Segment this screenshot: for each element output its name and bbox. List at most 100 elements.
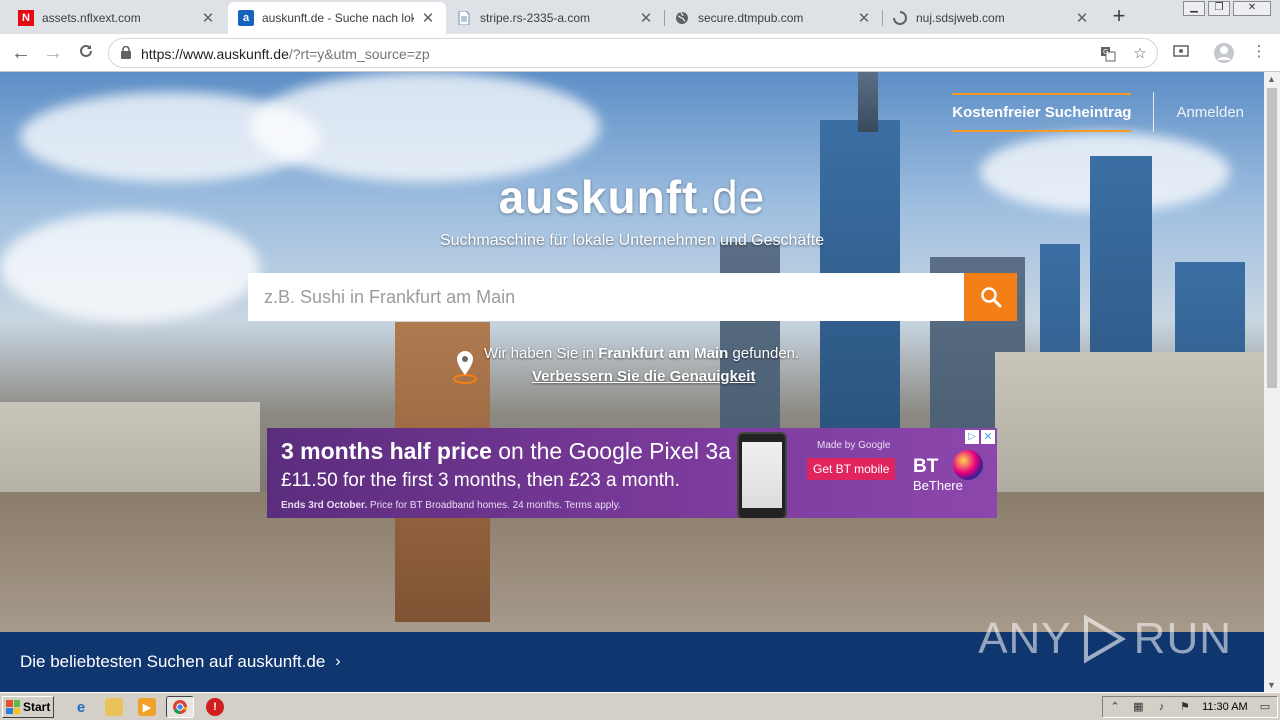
ad-headline-rest: on the Google Pixel 3a (498, 438, 731, 464)
close-icon[interactable]: ✕ (856, 9, 872, 27)
header-links: Kostenfreier Sucheintrag Anmelden (952, 92, 1244, 132)
scrollbar-thumb[interactable] (1267, 88, 1277, 388)
cloud-decoration (0, 212, 260, 322)
url-text: https://www.auskunft.de/?rt=y&utm_source… (141, 46, 430, 62)
forward-button[interactable]: → (41, 41, 65, 65)
skyscraper-decoration (858, 72, 878, 132)
ad-price: £11.50 for the first 3 months, then £23 … (281, 470, 680, 491)
location-prefix: Wir haben Sie in (484, 345, 595, 362)
phone-screen (742, 442, 782, 508)
reload-button[interactable] (74, 41, 98, 65)
logo-name: auskunft (498, 171, 699, 223)
popular-searches-label: Die beliebtesten Suchen auf auskunft.de (20, 652, 326, 671)
media-player-icon[interactable]: ▶ (138, 698, 156, 716)
star-icon[interactable]: ☆ (1131, 46, 1149, 62)
tab-title: auskunft.de - Suche nach lokale (262, 11, 414, 25)
volume-icon[interactable]: ♪ (1156, 701, 1168, 713)
tray-clock[interactable]: 11:30 AM (1202, 701, 1248, 713)
chrome-taskbar-button[interactable] (166, 696, 194, 718)
ad-fine-print: Ends 3rd October. Price for BT Broadband… (281, 500, 621, 511)
tray-expand-icon[interactable]: ⌃ (1109, 701, 1121, 713)
internet-explorer-icon[interactable]: e (72, 698, 90, 716)
translate-icon[interactable]: G (1099, 46, 1117, 62)
svg-text:G: G (1103, 48, 1108, 56)
close-icon[interactable]: ✕ (638, 9, 654, 27)
ad-close-icon[interactable]: ✕ (981, 430, 995, 444)
watermark-left: ANY (978, 614, 1072, 663)
cloud-decoration (250, 72, 600, 182)
location-message: Wir haben Sie in Frankfurt am Main gefun… (484, 345, 799, 362)
profile-avatar-icon[interactable] (1213, 42, 1235, 64)
phone-image (737, 432, 787, 518)
back-button[interactable]: ← (9, 41, 33, 65)
ad-fine-rest: Price for BT Broadband homes. 24 months.… (369, 500, 621, 511)
windows-taskbar: Start e ▶ ! ⌃ ▦ ♪ ⚑ 11:30 AM ▭ (0, 692, 1280, 720)
bt-advertisement[interactable]: 3 months half price on the Google Pixel … (267, 428, 997, 518)
cast-icon[interactable] (1172, 45, 1190, 61)
ad-headline: 3 months half price on the Google Pixel … (281, 438, 731, 465)
netflix-icon: N (18, 10, 34, 26)
scroll-up-icon[interactable]: ▲ (1267, 74, 1276, 84)
network-icon[interactable]: ▦ (1132, 701, 1144, 713)
tab-title: assets.nflxext.com (42, 11, 141, 25)
bt-globe-icon (953, 450, 983, 480)
tab-title: stripe.rs-2335-a.com (480, 11, 591, 25)
minimize-button[interactable]: ▁ (1183, 1, 1205, 16)
login-link[interactable]: Anmelden (1176, 104, 1244, 121)
search-icon (980, 287, 1001, 308)
url-host: https://www.auskunft.de (141, 46, 289, 62)
anyrun-watermark: ANY RUN (978, 612, 1232, 666)
chrome-icon (173, 700, 188, 715)
close-icon[interactable]: ✕ (1074, 9, 1090, 27)
url-path: /?rt=y&utm_source=zp (288, 46, 430, 62)
free-listing-link[interactable]: Kostenfreier Sucheintrag (952, 92, 1132, 132)
document-icon (456, 10, 472, 26)
location-city: Frankfurt am Main (598, 345, 729, 362)
page-viewport: Kostenfreier Sucheintrag Anmelden auskun… (0, 72, 1264, 692)
new-tab-button[interactable]: + (1106, 5, 1132, 29)
globe-icon (674, 10, 690, 26)
security-alert-icon[interactable]: ! (206, 698, 224, 716)
start-button[interactable]: Start (2, 696, 54, 718)
browser-toolbar: ← → https://www.auskunft.de/?rt=y&utm_so… (0, 34, 1280, 72)
show-desktop-icon[interactable]: ▭ (1259, 701, 1271, 713)
address-bar[interactable]: https://www.auskunft.de/?rt=y&utm_source… (108, 38, 1158, 68)
tab-title: secure.dtmpub.com (698, 11, 804, 25)
search-input[interactable] (248, 273, 964, 321)
lock-icon (121, 45, 131, 64)
site-tagline: Suchmaschine für lokale Unternehmen und … (439, 232, 825, 249)
tab-dtmpub[interactable]: secure.dtmpub.com ✕ (664, 2, 882, 34)
chevron-right-icon: › (335, 653, 341, 670)
close-icon[interactable]: ✕ (420, 9, 436, 27)
menu-dots-icon[interactable]: ⋮ (1250, 44, 1268, 60)
tab-stripe[interactable]: stripe.rs-2335-a.com ✕ (446, 2, 664, 34)
location-pin-icon (452, 350, 478, 389)
close-window-button[interactable]: ✕ (1233, 1, 1271, 16)
close-icon[interactable]: ✕ (200, 9, 216, 27)
page-scrollbar[interactable]: ▲ ▼ (1264, 72, 1280, 692)
loading-icon (892, 10, 908, 26)
bt-slogan: BeThere (913, 478, 963, 493)
ad-fine-bold: Ends 3rd October. (281, 500, 368, 511)
site-logo[interactable]: auskunft.de (0, 170, 1264, 224)
tab-strip: N assets.nflxext.com ✕ a auskunft.de - S… (0, 0, 1280, 34)
get-bt-mobile-button[interactable]: Get BT mobile (807, 458, 896, 480)
windows-logo-icon (6, 700, 20, 714)
system-tray: ⌃ ▦ ♪ ⚑ 11:30 AM ▭ (1102, 696, 1278, 718)
start-label: Start (23, 700, 51, 714)
folder-icon[interactable] (105, 698, 123, 716)
flag-icon[interactable]: ⚑ (1179, 701, 1191, 713)
logo-tld: .de (698, 171, 766, 223)
scroll-down-icon[interactable]: ▼ (1267, 680, 1276, 690)
tab-nflxext[interactable]: N assets.nflxext.com ✕ (8, 2, 226, 34)
tab-auskunft[interactable]: a auskunft.de - Suche nach lokale ✕ (228, 2, 446, 34)
play-logo-icon (1083, 614, 1126, 664)
search-button[interactable] (964, 273, 1017, 321)
improve-accuracy-link[interactable]: Verbessern Sie die Genauigkeit (532, 368, 755, 385)
tab-sdsjweb[interactable]: nuj.sdsjweb.com ✕ (882, 2, 1100, 34)
maximize-button[interactable]: ❐ (1208, 1, 1230, 16)
ad-made-by: Made by Google (817, 440, 891, 451)
tab-title: nuj.sdsjweb.com (916, 11, 1005, 25)
ad-headline-bold: 3 months half price (281, 438, 492, 464)
adchoices-icon[interactable]: ▷ (965, 430, 979, 444)
